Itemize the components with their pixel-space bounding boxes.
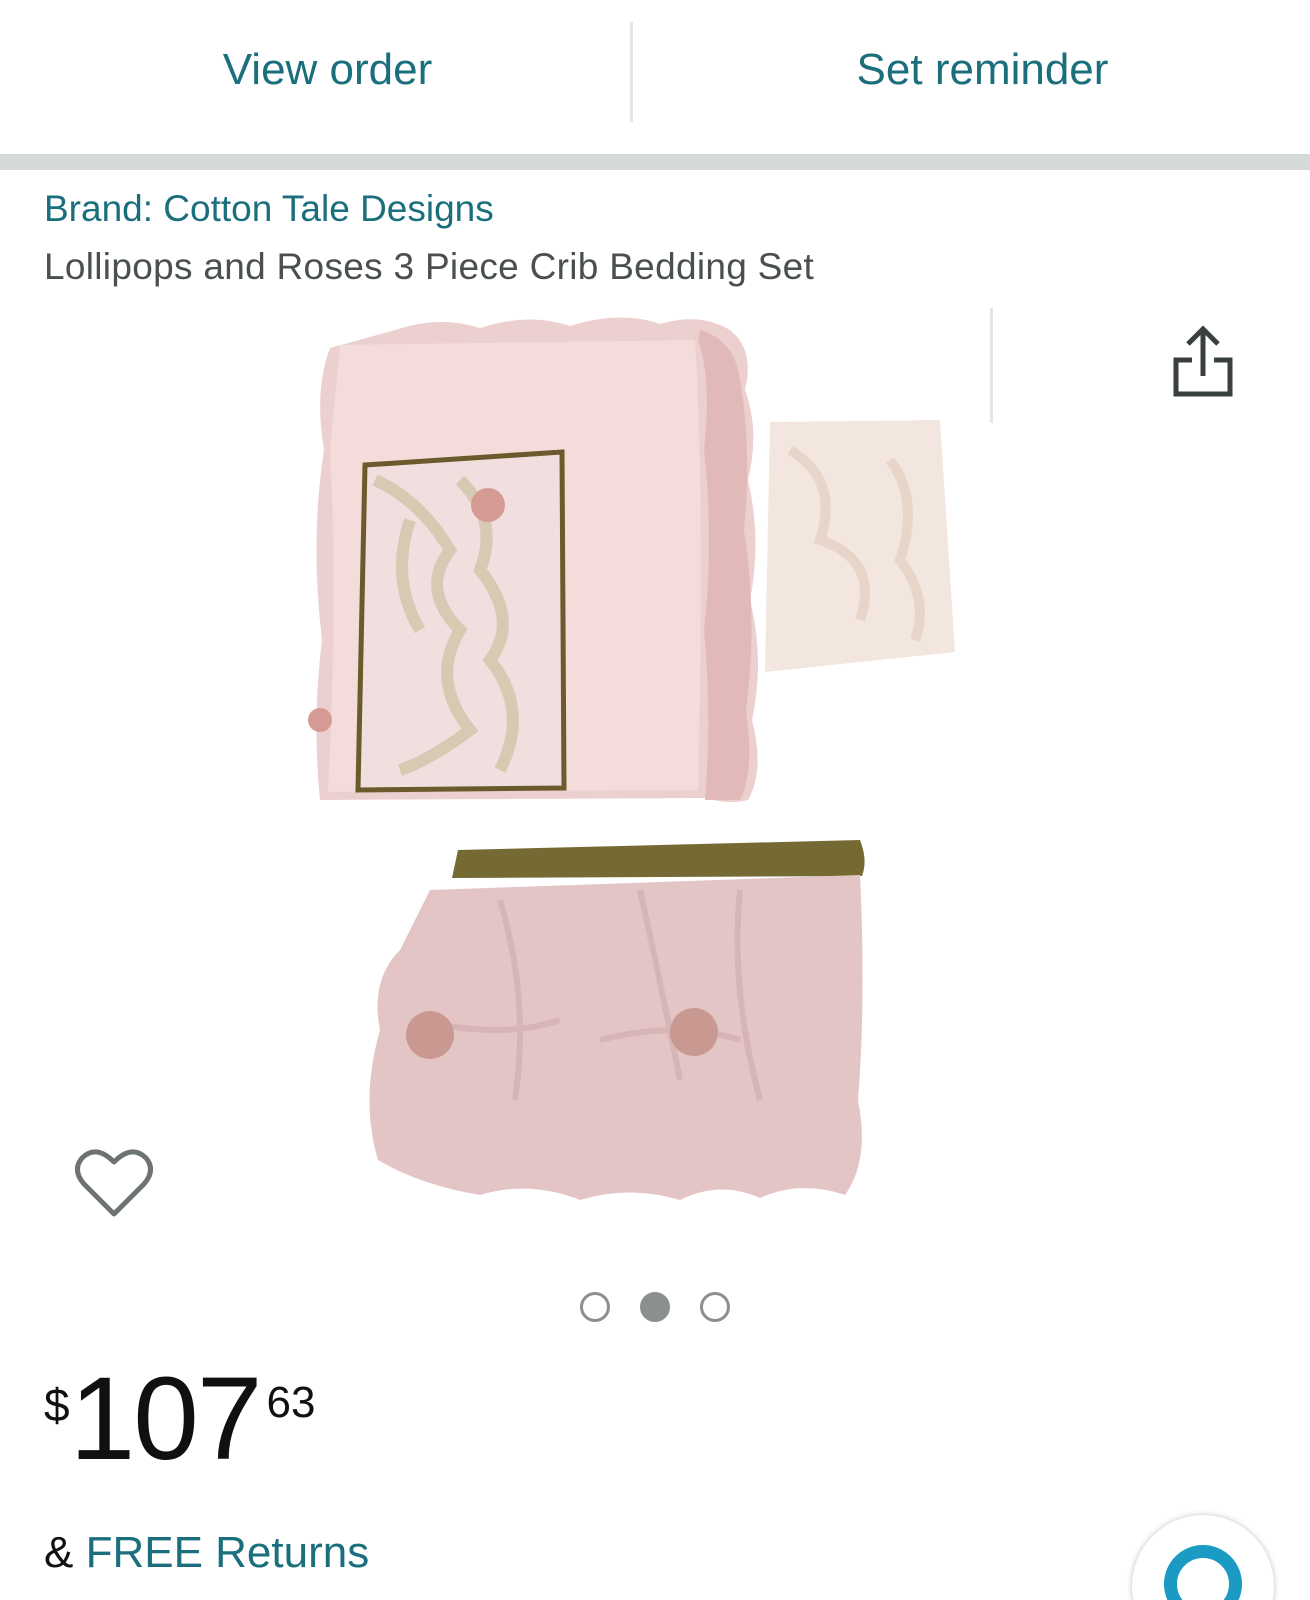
- free-returns-link[interactable]: FREE Returns: [86, 1528, 370, 1577]
- product-image[interactable]: [300, 300, 1020, 1240]
- sheet-image: [765, 420, 955, 672]
- alexa-icon: [1164, 1545, 1242, 1600]
- view-order-button[interactable]: View order: [0, 0, 655, 152]
- quilt-image: [308, 317, 759, 803]
- gallery-dot[interactable]: [700, 1292, 730, 1322]
- gallery-dot-active[interactable]: [640, 1292, 670, 1322]
- returns-line: & FREE Returns: [44, 1528, 369, 1578]
- set-reminder-button[interactable]: Set reminder: [655, 0, 1310, 152]
- order-actions-bar: View order Set reminder: [0, 0, 1310, 152]
- gallery-dot[interactable]: [580, 1292, 610, 1322]
- price-whole: 107: [69, 1353, 263, 1485]
- product-title: Lollipops and Roses 3 Piece Crib Bedding…: [44, 246, 815, 287]
- alexa-button[interactable]: [1132, 1515, 1274, 1600]
- price-fraction: 63: [266, 1378, 316, 1427]
- section-separator: [0, 154, 1310, 170]
- gallery-pagination: [580, 1292, 730, 1322]
- returns-prefix: &: [44, 1528, 86, 1577]
- actions-divider: [630, 22, 633, 122]
- share-icon[interactable]: [1170, 322, 1238, 402]
- skirt-image: [369, 840, 865, 1200]
- price: $ 107 63: [44, 1360, 315, 1478]
- price-symbol: $: [44, 1379, 70, 1431]
- heart-icon[interactable]: [74, 1146, 154, 1220]
- brand-link[interactable]: Brand: Cotton Tale Designs: [44, 188, 494, 230]
